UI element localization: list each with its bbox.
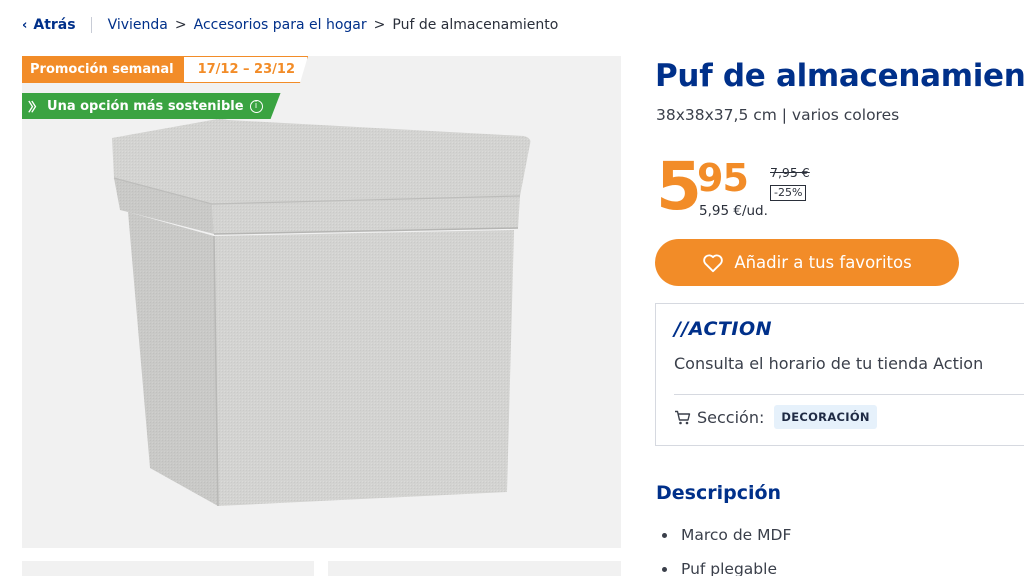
- gallery-thumbnail[interactable]: [328, 561, 621, 576]
- breadcrumb: ‹ Atrás Vivienda > Accesorios para el ho…: [22, 14, 558, 36]
- bullet: [662, 532, 667, 538]
- list-item-text: Puf plegable: [681, 560, 777, 576]
- discount-badge: -25%: [770, 185, 807, 201]
- list-item-text: Marco de MDF: [681, 526, 792, 544]
- store-card: //ACTION Consulta el horario de tu tiend…: [655, 303, 1024, 446]
- chevron-left-icon: ‹: [22, 17, 28, 33]
- old-price: 7,95 €: [770, 165, 810, 180]
- breadcrumb-item-accesorios[interactable]: Accesorios para el hogar: [194, 17, 367, 33]
- promo-dates: 17/12 – 23/12: [184, 56, 308, 83]
- breadcrumb-chevron-icon: >: [174, 17, 187, 33]
- bullet: [662, 566, 667, 572]
- info-icon[interactable]: i: [250, 100, 263, 113]
- price-integer: 5: [656, 148, 702, 225]
- store-hours-link[interactable]: Consulta el horario de tu tienda Action: [674, 354, 983, 373]
- add-to-favorites-button[interactable]: Añadir a tus favoritos: [655, 239, 959, 286]
- breadcrumb-current: Puf de almacenamiento: [392, 17, 559, 33]
- promo-badge: Promoción semanal 17/12 – 23/12: [22, 56, 308, 83]
- list-item: Puf plegable: [662, 552, 791, 576]
- description-title: Descripción: [656, 482, 782, 504]
- back-link[interactable]: ‹ Atrás: [22, 17, 76, 33]
- section-tag[interactable]: DECORACIÓN: [774, 405, 877, 429]
- gallery-thumbnail[interactable]: [22, 561, 314, 576]
- unit-price: 5,95 €/ud.: [699, 203, 768, 219]
- eco-chevrons-icon: 〉〉: [28, 99, 41, 114]
- product-title: Puf de almacenamiento: [655, 58, 1024, 94]
- heart-icon: [703, 254, 724, 272]
- product-gallery[interactable]: Promoción semanal 17/12 – 23/12 〉〉 Una o…: [22, 56, 621, 548]
- product-image: [112, 119, 531, 507]
- breadcrumb-divider: [90, 17, 92, 33]
- divider: [674, 394, 1024, 395]
- action-logo: //ACTION: [674, 318, 773, 340]
- description-list: Marco de MDF Puf plegable: [662, 518, 791, 576]
- eco-label: Una opción más sostenible: [47, 98, 244, 114]
- breadcrumb-item-vivienda[interactable]: Vivienda: [108, 17, 168, 33]
- breadcrumb-chevron-icon: >: [373, 17, 386, 33]
- list-item: Marco de MDF: [662, 518, 791, 552]
- store-section: Sección: DECORACIÓN: [674, 404, 877, 430]
- eco-badge[interactable]: 〉〉 Una opción más sostenible i: [22, 93, 281, 119]
- promo-label: Promoción semanal: [22, 56, 184, 83]
- price-decimal: 95: [697, 156, 749, 200]
- section-label: Sección:: [697, 407, 765, 427]
- product-subtitle: 38x38x37,5 cm | varios colores: [656, 106, 900, 124]
- cart-icon: [674, 410, 691, 425]
- favorites-label: Añadir a tus favoritos: [734, 253, 912, 272]
- back-label: Atrás: [33, 17, 76, 33]
